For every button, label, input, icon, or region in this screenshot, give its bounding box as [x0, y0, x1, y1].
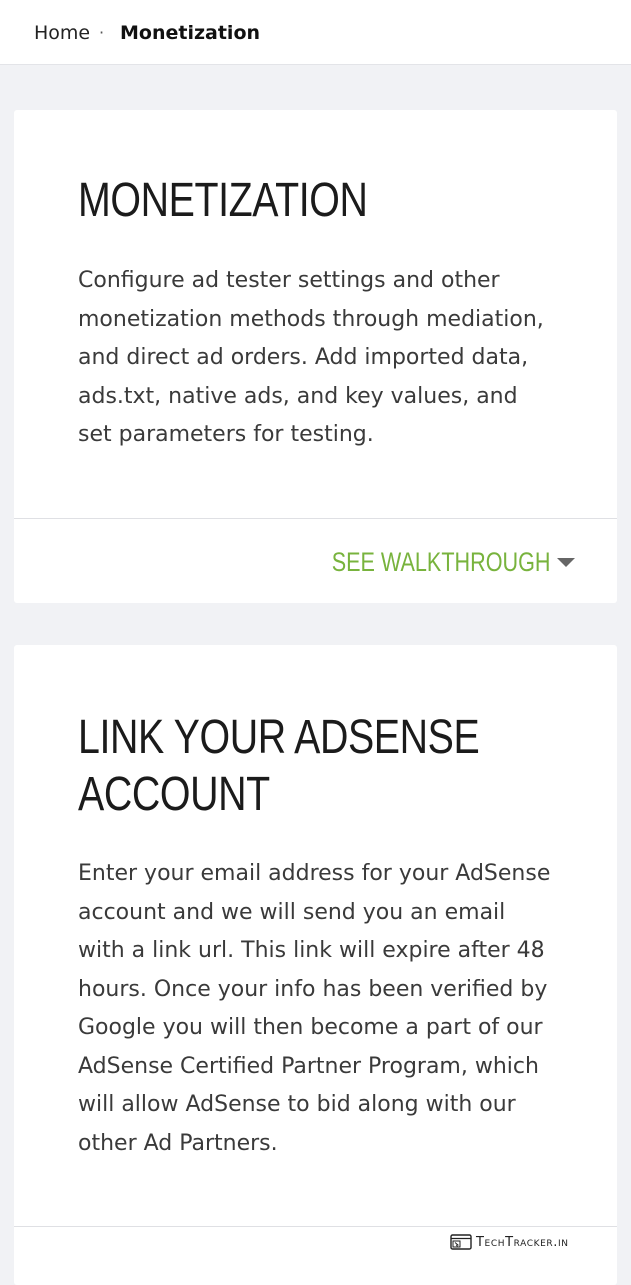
- breadcrumb-current-page: Monetization: [120, 22, 261, 44]
- adsense-card-description: Enter your email address for your AdSens…: [78, 861, 551, 1156]
- breadcrumb-separator: ·: [99, 23, 105, 42]
- caret-down-icon: [557, 557, 575, 567]
- browser-window-icon: [450, 1234, 472, 1250]
- adsense-card-title: LINK YOUR ADSENSE ACCOUNT: [78, 711, 480, 821]
- monetization-card-title: MONETIZATION: [78, 174, 368, 227]
- top-bar: Home · Monetization: [0, 0, 631, 65]
- see-walkthrough-button[interactable]: SEE WALKTHROUGH: [277, 546, 575, 578]
- adsense-card: LINK YOUR ADSENSE ACCOUNT Enter your ema…: [14, 645, 617, 1285]
- card-divider: [14, 518, 617, 519]
- card-divider: [14, 1226, 617, 1227]
- monetization-card: MONETIZATION Configure ad tester setting…: [14, 110, 617, 603]
- see-walkthrough-label: SEE WALKTHROUGH: [332, 547, 551, 577]
- breadcrumb-home-link[interactable]: Home: [34, 20, 90, 46]
- monetization-card-description: Configure ad tester settings and other m…: [78, 268, 544, 447]
- watermark: TechTracker.in: [450, 1234, 569, 1250]
- watermark-text: TechTracker.in: [476, 1234, 569, 1250]
